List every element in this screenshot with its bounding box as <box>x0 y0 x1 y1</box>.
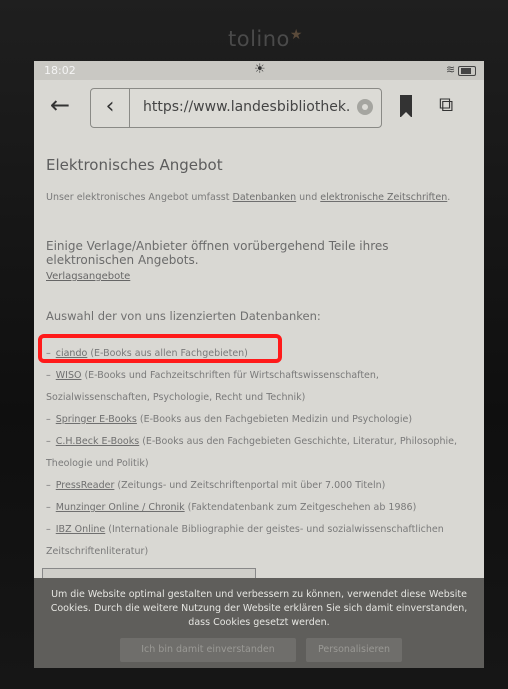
status-time: 18:02 <box>44 64 76 77</box>
link-verlagsangebote[interactable]: Verlagsangebote <box>46 271 130 282</box>
brand-logo: tolino★ <box>228 27 303 51</box>
cookie-personalize-button[interactable]: Personalisieren <box>306 638 402 662</box>
link-springer[interactable]: Springer E-Books <box>56 414 137 425</box>
link-elektronische-zeitschriften[interactable]: elektronische Zeitschriften <box>320 192 447 203</box>
switch-view-icon[interactable]: ⧉ <box>439 92 453 116</box>
list-item: – PressReader (Zeitungs- und Zeitschrifte… <box>46 480 386 491</box>
back-arrow-icon[interactable]: ← <box>50 91 70 119</box>
list-item: – Springer E-Books (E-Books aus den Fachg… <box>46 414 413 425</box>
link-chbeck[interactable]: C.H.Beck E-Books <box>56 436 139 447</box>
url-clear-icon[interactable] <box>357 99 373 115</box>
list-item-continuation: Zeitschriftenliteratur) <box>46 546 149 557</box>
red-highlight-box <box>38 334 282 363</box>
status-bar: 18:02 ☀ ≋ <box>34 61 484 80</box>
brightness-icon[interactable]: ☀ <box>254 62 266 77</box>
list-item-continuation: Sozialwissenschaften, Psychologie, Recht… <box>46 392 306 403</box>
cookie-accept-button[interactable]: Ich bin damit einverstanden <box>120 638 296 662</box>
link-wiso[interactable]: WISO <box>56 370 82 381</box>
list-item-continuation: Theologie und Politik) <box>46 458 149 469</box>
link-ibz-online[interactable]: IBZ Online <box>56 524 106 535</box>
cookie-banner: Um die Website optimal gestalten und ver… <box>34 578 484 668</box>
list-item: – WISO (E-Books und Fachzeitschriften für… <box>46 370 379 381</box>
bookmark-icon[interactable] <box>400 95 412 118</box>
link-datenbanken[interactable]: Datenbanken <box>233 192 297 203</box>
intro-paragraph: Unser elektronisches Angebot umfasst Dat… <box>46 192 451 203</box>
brand-star-icon: ★ <box>289 27 303 43</box>
list-item: – IBZ Online (Internationale Bibliographi… <box>46 524 444 535</box>
database-list: – ciando (E-Books aus allen Fachgebieten)… <box>46 343 478 563</box>
list-item: – Munzinger Online / Chronik (Faktendaten… <box>46 502 417 513</box>
ereader-device: tolino★ 18:02 ☀ ≋ ← ‹ https://www.landes… <box>0 0 508 689</box>
database-list-heading: Auswahl der von uns lizenzierten Datenba… <box>46 309 321 323</box>
list-item: – C.H.Beck E-Books (E-Books aus den Fachg… <box>46 436 457 447</box>
wifi-icon: ≋ <box>446 63 456 76</box>
battery-icon <box>458 66 476 76</box>
url-back-chevron-icon[interactable]: ‹ <box>91 89 130 127</box>
link-pressreader[interactable]: PressReader <box>56 480 115 491</box>
browser-toolbar: ← ‹ https://www.landesbibliothek. ⧉ <box>34 80 484 138</box>
url-text[interactable]: https://www.landesbibliothek. <box>143 99 353 115</box>
cookie-text: Um die Website optimal gestalten und ver… <box>50 589 468 628</box>
page-heading: Elektronisches Angebot <box>46 156 223 174</box>
web-page: Elektronisches Angebot Unser elektronisc… <box>34 138 484 668</box>
notice-paragraph: Einige Verlage/Anbieter öffnen vorüberge… <box>46 239 389 267</box>
link-munzinger[interactable]: Munzinger Online / Chronik <box>56 502 185 513</box>
screen: 18:02 ☀ ≋ ← ‹ https://www.landesbiblioth… <box>34 61 484 668</box>
url-bar[interactable]: ‹ https://www.landesbibliothek. <box>90 88 382 128</box>
